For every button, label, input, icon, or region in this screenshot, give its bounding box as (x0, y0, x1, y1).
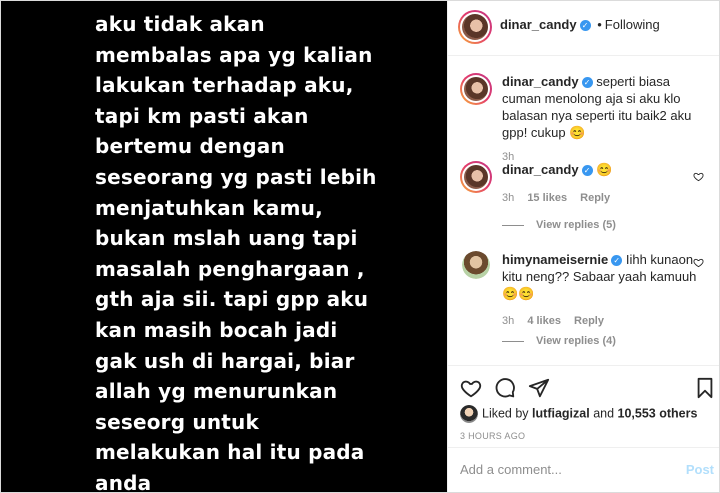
liked-by-connector: and (593, 406, 615, 421)
image-text-line: bertemu dengan (95, 134, 285, 159)
others-count[interactable]: 10,553 others (618, 406, 698, 420)
commenter-avatar[interactable] (462, 251, 490, 279)
comment-username[interactable]: dinar_candy (502, 74, 579, 89)
image-text-line: membalas apa yg kalian (95, 42, 373, 67)
post-image[interactable]: aku tidak akan membalas apa yg kalian la… (1, 1, 447, 492)
comment-username[interactable]: himynameisernie (502, 252, 608, 267)
image-text-line: lakukan terhadap aku, (95, 73, 354, 98)
post-time[interactable]: 3 HOURS AGO (460, 431, 525, 441)
header-meta: dinar_candy ✓ • Following (500, 17, 660, 32)
commenter-avatar[interactable] (460, 73, 492, 105)
image-text-line: allah yg menurunkan (95, 379, 338, 404)
comment-username[interactable]: dinar_candy (502, 162, 579, 177)
image-text-line: melakukan hal itu pada (95, 440, 365, 465)
liker-username[interactable]: lutfiagizal (532, 406, 590, 420)
author-username[interactable]: dinar_candy (500, 17, 577, 32)
comment-likes[interactable]: 4 likes (527, 315, 561, 327)
author-avatar[interactable] (458, 10, 492, 44)
view-replies-label: View replies (5) (536, 219, 616, 231)
comment-body: himynameisernie ✓ Iihh kunaon kitu neng??… (502, 251, 708, 330)
post-header: dinar_candy ✓ • Following (448, 1, 719, 56)
caption-comment: dinar_candy ✓ seperti biasa cuman menolon… (460, 73, 712, 163)
post-button[interactable]: Post (686, 462, 714, 477)
commenter-avatar[interactable] (460, 161, 492, 193)
comment-text: 😊 (596, 162, 613, 177)
likes-summary: Liked by lutfiagizal and 10,553 others (460, 405, 697, 423)
post-image-text: aku tidak akan membalas apa yg kalian la… (95, 9, 435, 492)
liker-avatar[interactable] (460, 405, 478, 423)
image-text-line: anda (95, 470, 152, 492)
following-button[interactable]: Following (605, 17, 660, 32)
verified-badge-icon: ✓ (611, 255, 623, 267)
share-icon[interactable] (528, 377, 550, 399)
liked-by-label: Liked by (482, 406, 529, 421)
comment-item: dinar_candy ✓ 😊 3h 15 likes Reply (460, 161, 712, 211)
comment-meta: 3h 15 likes Reply (502, 190, 708, 207)
post-modal: aku tidak akan membalas apa yg kalian la… (0, 0, 720, 493)
view-replies-button[interactable]: View replies (4) (502, 335, 616, 347)
verified-badge-icon: ✓ (579, 20, 591, 32)
bookmark-icon[interactable] (694, 377, 716, 399)
add-comment-input[interactable] (460, 462, 660, 477)
reply-button[interactable]: Reply (574, 315, 604, 327)
image-text-line: gak ush di hargai, biar (95, 348, 355, 373)
comment-likes[interactable]: 15 likes (527, 192, 567, 204)
comment-item: himynameisernie ✓ Iihh kunaon kitu neng??… (460, 251, 712, 327)
comment-body: dinar_candy ✓ seperti biasa cuman menolon… (502, 73, 708, 166)
image-text-line: seseorang yg pasti lebih (95, 164, 377, 189)
divider-line (502, 340, 524, 342)
separator-dot: • (597, 17, 602, 32)
add-comment-bar: Post (448, 447, 719, 492)
verified-badge-icon: ✓ (581, 165, 593, 177)
comment-meta: 3h 4 likes Reply (502, 313, 708, 330)
action-bar (448, 365, 719, 402)
image-text-line: bukan mslah uang tapi (95, 226, 358, 251)
image-text-line: tapi km pasti akan (95, 103, 309, 128)
image-text-line: masalah penghargaan , (95, 256, 365, 281)
image-text-line: seseorg untuk (95, 409, 259, 434)
heart-icon[interactable] (693, 257, 704, 268)
verified-badge-icon: ✓ (581, 77, 593, 89)
reply-button[interactable]: Reply (580, 192, 610, 204)
image-text-line: aku tidak akan (95, 12, 265, 36)
view-replies-label: View replies (4) (536, 335, 616, 347)
comment-time[interactable]: 3h (502, 315, 514, 327)
comment-body: dinar_candy ✓ 😊 3h 15 likes Reply (502, 161, 708, 207)
post-side-panel: dinar_candy ✓ • Following dinar_candy ✓ sep… (447, 1, 719, 492)
comment-icon[interactable] (494, 377, 516, 399)
view-replies-button[interactable]: View replies (5) (502, 219, 616, 231)
image-text-line: menjatuhkan kamu, (95, 195, 323, 220)
heart-icon[interactable] (460, 377, 482, 399)
divider-line (502, 224, 524, 226)
heart-icon[interactable] (693, 171, 704, 182)
image-text-line: kan masih bocah jadi (95, 317, 338, 342)
image-text-line: gth aja sii. tapi gpp aku (95, 287, 369, 312)
comment-time[interactable]: 3h (502, 192, 514, 204)
